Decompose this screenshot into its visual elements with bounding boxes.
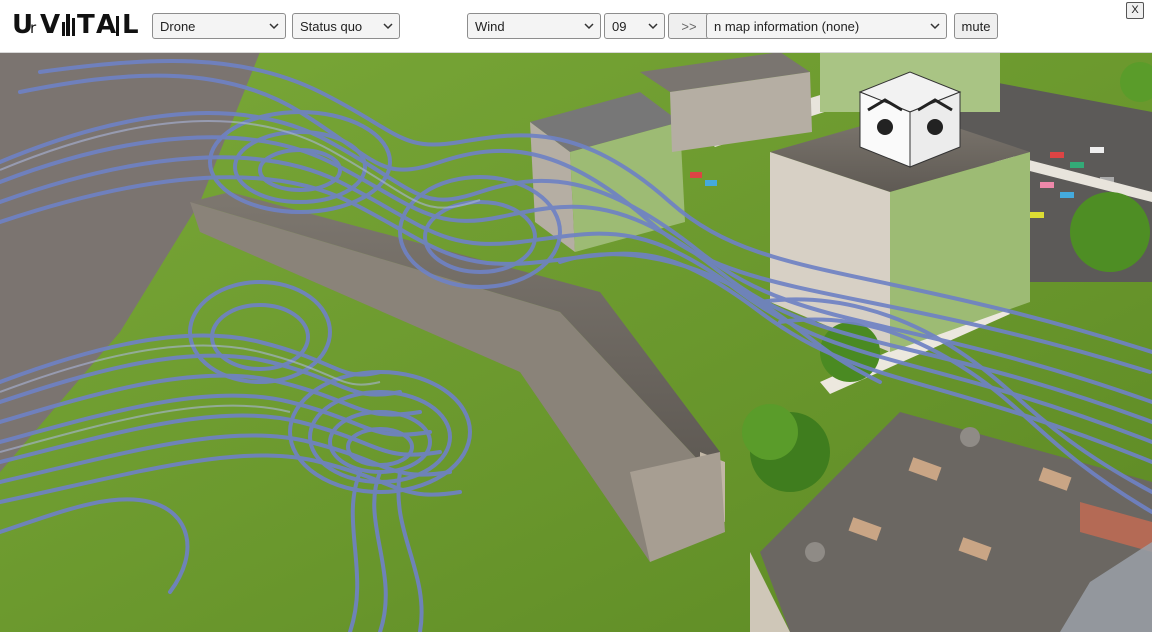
mute-label: mute <box>961 18 991 34</box>
layer-select-value: Wind <box>475 18 505 34</box>
map-information-value: n map information (none) <box>714 18 860 34</box>
view-select-value: Drone <box>160 18 196 34</box>
building-back-left <box>530 92 685 252</box>
svg-text:T: T <box>77 10 95 40</box>
map-information-select[interactable]: n map information (none) <box>706 13 947 39</box>
next-hour-button[interactable]: >> <box>668 13 710 39</box>
close-label: X <box>1131 4 1139 16</box>
svg-text:r: r <box>30 19 37 37</box>
hour-select[interactable]: 09 <box>604 13 665 39</box>
layer-select[interactable]: Wind <box>467 13 601 39</box>
chevron-down-icon <box>930 23 940 30</box>
chevron-down-icon <box>648 23 658 30</box>
scene-render <box>0 52 1152 632</box>
mute-button[interactable]: mute <box>954 13 998 39</box>
app-logo: U r V T A L <box>10 6 145 46</box>
top-toolbar: U r V T A L Drone Status quo Wind 09 >> … <box>0 0 1152 53</box>
chevron-down-icon <box>584 23 594 30</box>
svg-text:L: L <box>122 10 139 40</box>
3d-scene-viewport[interactable] <box>0 52 1152 632</box>
next-hour-label: >> <box>681 18 697 34</box>
logo-graphic: U r V T A L <box>12 10 139 40</box>
hour-select-value: 09 <box>612 18 627 34</box>
close-button[interactable]: X <box>1126 2 1144 19</box>
svg-text:V: V <box>40 10 60 40</box>
accessibility-cube-icon <box>858 71 962 168</box>
view-select[interactable]: Drone <box>152 13 286 39</box>
svg-text:A: A <box>96 10 116 40</box>
scenario-select-value: Status quo <box>300 18 363 34</box>
chevron-down-icon <box>269 23 279 30</box>
chevron-down-icon <box>383 23 393 30</box>
scenario-select[interactable]: Status quo <box>292 13 400 39</box>
